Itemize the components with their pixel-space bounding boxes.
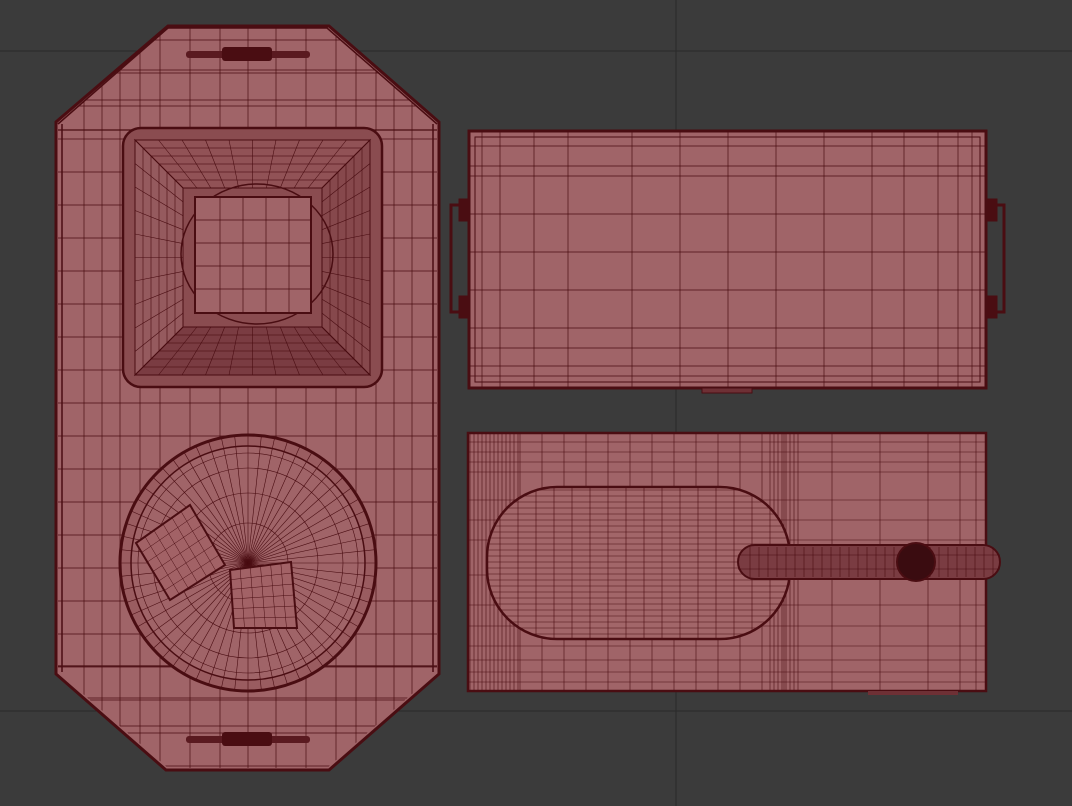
square-well <box>121 126 384 389</box>
cube-right <box>228 560 299 629</box>
front-handle-bar <box>737 542 1001 582</box>
3d-viewport[interactable] <box>0 0 1072 806</box>
crate-front-view[interactable] <box>460 430 1001 695</box>
side-handle-left <box>449 198 470 319</box>
side-handle-right <box>986 198 1006 319</box>
round-bucket <box>118 433 378 693</box>
crate-side-view[interactable] <box>449 120 1006 400</box>
crate-top-view[interactable] <box>50 20 445 776</box>
